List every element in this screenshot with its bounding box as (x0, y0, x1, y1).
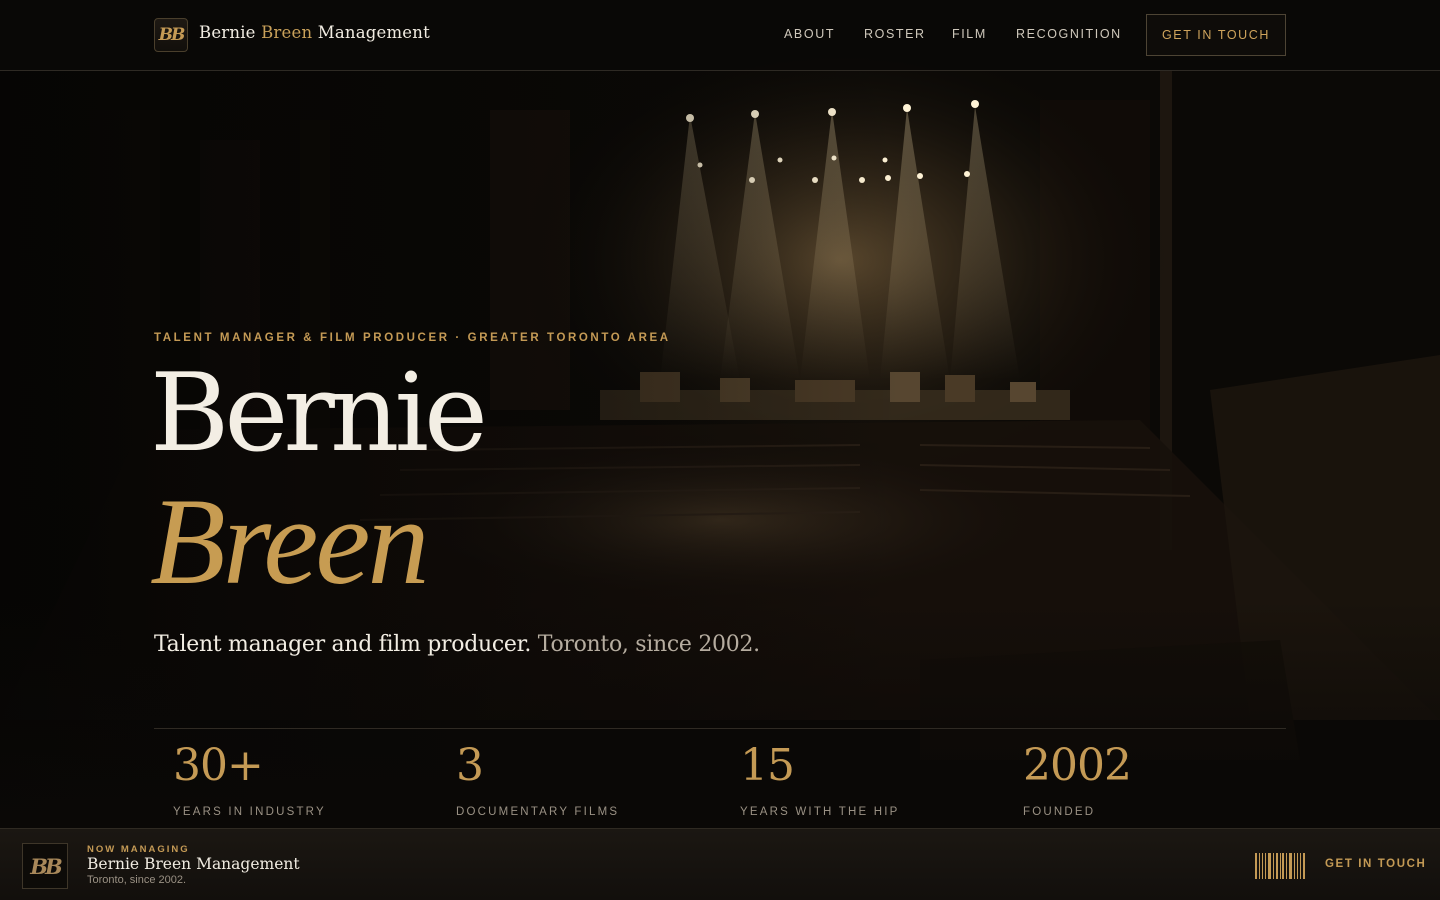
hero-name-first: Bernie (150, 351, 488, 476)
now-managing-subtitle: Toronto, since 2002. (87, 874, 187, 886)
nav-item-recognition[interactable]: RECOGNITION (1016, 27, 1122, 41)
stat-value: 2002 (1023, 740, 1132, 791)
site-header: BB Bernie Breen Management ABOUT ROSTER … (0, 0, 1440, 71)
brand-last: Management (317, 23, 430, 42)
now-managing-bar: BB NOW MANAGING Bernie Breen Management … (0, 828, 1440, 900)
brand-name[interactable]: Bernie Breen Management (199, 23, 430, 47)
tagline-muted: Toronto, since 2002. (537, 632, 760, 657)
stats-divider (154, 728, 1286, 729)
stat-label: YEARS WITH THE HIP (740, 806, 900, 818)
hero-name-last: Breen (150, 473, 429, 610)
stat-years-with-the-hip: 15 YEARS WITH THE HIP (740, 740, 900, 819)
stat-documentary-films: 3 DOCUMENTARY FILMS (456, 740, 620, 819)
stat-value: 15 (740, 740, 795, 791)
stat-years-in-industry: 30+ YEARS IN INDUSTRY (173, 740, 326, 819)
hero-tagline: Talent manager and film producer. Toront… (154, 632, 760, 657)
stat-label: FOUNDED (1023, 806, 1096, 818)
barcode-icon (1255, 853, 1307, 879)
nav-item-roster[interactable]: ROSTER (864, 27, 926, 41)
stat-value: 3 (456, 740, 484, 791)
nav-item-about[interactable]: ABOUT (784, 27, 835, 41)
stat-value: 30+ (173, 740, 264, 791)
now-bar-get-in-touch-link[interactable]: GET IN TOUCH (1325, 858, 1426, 870)
now-managing-title[interactable]: Bernie Breen Management (87, 855, 300, 873)
nav-item-film[interactable]: FILM (952, 27, 987, 41)
stat-label: YEARS IN INDUSTRY (173, 806, 326, 818)
get-in-touch-button[interactable]: GET IN TOUCH (1146, 14, 1286, 56)
stat-label: DOCUMENTARY FILMS (456, 806, 620, 818)
now-managing-logo[interactable]: BB (22, 843, 68, 889)
brand-first: Bernie (199, 23, 256, 42)
logo-monogram[interactable]: BB (154, 18, 188, 52)
logo-monogram-text: BB (158, 25, 186, 45)
stat-founded: 2002 FOUNDED (1023, 740, 1132, 819)
get-in-touch-label: GET IN TOUCH (1161, 28, 1271, 42)
now-managing-eyebrow: NOW MANAGING (87, 844, 190, 855)
now-logo-monogram: BB (30, 853, 62, 879)
tagline-main: Talent manager and film producer. (154, 632, 532, 657)
brand-accent: Breen (261, 23, 313, 42)
hero-eyebrow: TALENT MANAGER & FILM PRODUCER · GREATER… (154, 332, 671, 344)
